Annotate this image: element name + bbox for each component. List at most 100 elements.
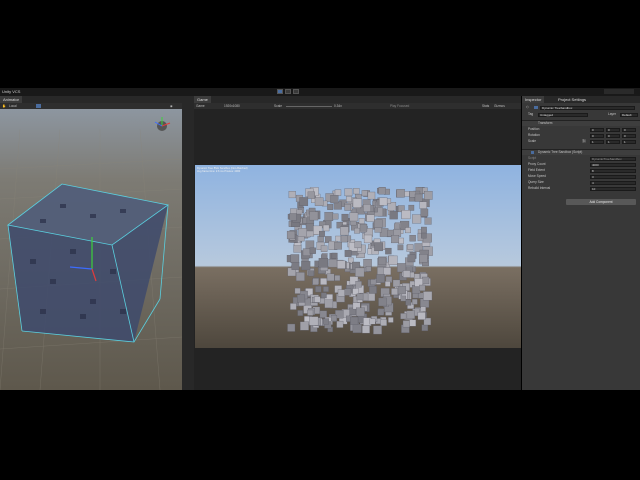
proxy-cube — [383, 267, 392, 276]
proxy-cube — [374, 219, 383, 228]
tag-label: Tag — [528, 112, 534, 116]
scale-label: Scale — [274, 104, 282, 108]
scale-x-field[interactable]: 1 — [590, 139, 604, 144]
proxy-cube — [346, 196, 352, 202]
display-dropdown[interactable]: Game — [196, 104, 205, 108]
position-y-field[interactable]: 0 — [606, 127, 620, 132]
layout-dropdown[interactable] — [604, 89, 634, 94]
prop-value-field[interactable]: 3 — [590, 174, 636, 179]
proxy-cube — [424, 191, 433, 200]
prop-label: Proxy Count — [528, 162, 546, 166]
proxy-cube — [300, 321, 309, 331]
proxy-cube — [388, 255, 398, 265]
gizmos-button[interactable]: Gizmos — [494, 104, 505, 108]
proxy-cube — [327, 204, 334, 210]
rotation-y-field[interactable]: 0 — [606, 133, 620, 138]
camera-icon[interactable]: ◉ — [170, 104, 173, 108]
proxy-cube — [407, 254, 416, 263]
proxy-cube — [314, 296, 321, 303]
scale-y-field[interactable]: 1 — [606, 139, 620, 144]
proxy-cube — [319, 310, 327, 318]
proxy-cube — [400, 295, 407, 302]
proxy-cube — [405, 299, 412, 306]
proxy-cube — [363, 234, 373, 244]
proxy-cube — [407, 244, 414, 250]
position-z-field[interactable]: 0 — [622, 127, 636, 132]
prop-row: Field Extent 8 — [526, 168, 636, 173]
play-button[interactable] — [277, 89, 283, 94]
proxy-cube — [377, 309, 384, 316]
object-name-field[interactable]: Dynamic TreeSandbox — [540, 105, 635, 110]
position-x-field[interactable]: 0 — [590, 127, 604, 132]
proxy-cube — [299, 197, 309, 206]
link-icon[interactable]: ⛓ — [582, 139, 586, 144]
proxy-cube — [293, 244, 302, 253]
toggle-2d-button[interactable] — [36, 104, 41, 108]
add-component-button[interactable]: Add Component — [566, 199, 636, 205]
layer-dropdown[interactable]: Default — [620, 112, 638, 117]
version-control-label[interactable]: Unity VCS — [2, 89, 20, 94]
game-panel: Game Game 1920x1080 Scale 0.34x Play Foc… — [194, 96, 521, 390]
tab-inspector[interactable]: Inspector — [522, 96, 545, 103]
proxy-cube — [388, 317, 394, 323]
proxy-cube — [344, 188, 353, 197]
proxy-cube — [317, 235, 324, 242]
script-label: Script — [528, 156, 537, 160]
proxy-cube — [335, 235, 341, 242]
proxy-cube — [295, 272, 305, 282]
scene-viewport[interactable] — [0, 109, 182, 390]
proxy-cube — [367, 191, 376, 200]
hand-tool-icon[interactable]: ✋ — [2, 104, 6, 108]
stats-button[interactable]: Stats — [482, 104, 489, 108]
tab-game[interactable]: Game — [194, 96, 211, 103]
script-enabled-checkbox[interactable] — [531, 151, 534, 154]
proxy-cube — [379, 197, 388, 206]
prop-label: Move Speed — [528, 174, 546, 178]
proxy-cube — [355, 267, 365, 277]
prop-row: Move Speed 3 — [526, 174, 636, 179]
proxy-cube — [421, 276, 430, 285]
resolution-dropdown[interactable]: 1920x1080 — [224, 104, 240, 108]
proxy-cube — [376, 274, 385, 283]
rotation-z-field[interactable]: 0 — [622, 133, 636, 138]
overlay-line-2: Avg frame time: 2.6 ms Proxies: 4000 — [197, 170, 241, 173]
prop-label: Query Size — [528, 180, 544, 184]
scale-z-field[interactable]: 1 — [622, 139, 636, 144]
script-header[interactable]: Dynamic Tree Sandbox (Script) — [522, 149, 640, 155]
proxy-cube — [324, 212, 334, 221]
game-viewport[interactable] — [195, 165, 521, 348]
script-field[interactable]: DynamicTreeSandbox — [590, 156, 636, 161]
prop-value-field[interactable]: 10 — [590, 186, 636, 191]
proxy-cube — [350, 316, 359, 325]
transform-header[interactable]: Transform — [522, 120, 640, 126]
proxy-cube — [352, 198, 362, 208]
proxy-cube — [421, 232, 427, 239]
rotation-x-field[interactable]: 0 — [590, 133, 604, 138]
prop-value-field[interactable]: 4000 — [590, 162, 636, 167]
game-overlay-text: Dynamic Tree BVH Sandbox (Non-Batched) A… — [197, 167, 248, 173]
proxy-cube — [417, 292, 424, 299]
prop-value-field[interactable]: 4 — [590, 180, 636, 185]
play-focused-dropdown[interactable]: Play Focused — [390, 104, 409, 108]
proxy-cube — [319, 230, 325, 237]
step-button[interactable] — [293, 89, 299, 94]
proxy-cube — [328, 259, 337, 268]
scale-slider[interactable] — [286, 105, 332, 107]
proxy-cube — [356, 293, 364, 301]
overlay-sidebar — [182, 96, 194, 390]
proxy-cube — [385, 247, 392, 255]
prop-value-field[interactable]: 8 — [590, 168, 636, 173]
prop-row: Query Size 4 — [526, 180, 636, 185]
proxy-cube — [344, 288, 352, 296]
proxy-cube — [344, 250, 352, 257]
proxy-cube — [421, 226, 427, 233]
pivot-dropdown[interactable]: Local — [9, 104, 17, 108]
pause-button[interactable] — [285, 89, 291, 94]
active-checkbox[interactable] — [534, 106, 538, 109]
tab-animator[interactable]: Animator — [0, 96, 23, 103]
proxy-cube — [334, 189, 342, 196]
proxy-cube — [378, 257, 387, 266]
tab-project-settings[interactable]: Project Settings — [555, 96, 590, 103]
proxy-cube — [305, 223, 314, 232]
tag-dropdown[interactable]: Untagged — [538, 112, 588, 117]
